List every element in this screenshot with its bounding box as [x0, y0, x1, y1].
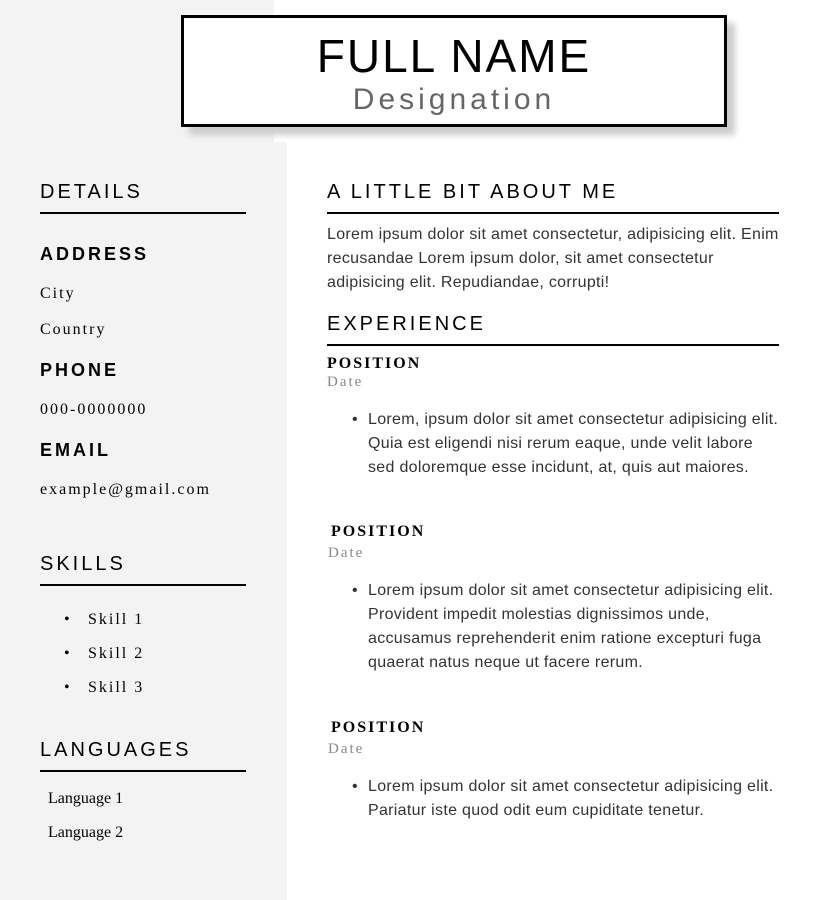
languages-heading: LANGUAGES: [40, 739, 246, 772]
position-date: Date: [327, 374, 364, 390]
skills-heading: SKILLS: [40, 553, 246, 586]
email-label: EMAIL: [40, 440, 111, 460]
experience-description: Lorem, ipsum dolor sit amet consectetur …: [352, 408, 783, 480]
name-header: FULL NAME Designation: [181, 15, 727, 127]
city: City: [40, 285, 76, 302]
experience-description: Lorem ipsum dolor sit amet consectetur a…: [352, 579, 783, 675]
address-label: ADDRESS: [40, 244, 150, 264]
about-text: Lorem ipsum dolor sit amet consectetur, …: [327, 226, 779, 291]
position-date: Date: [328, 741, 365, 757]
experience-heading: EXPERIENCE: [327, 313, 779, 346]
position-title: POSITION: [331, 719, 426, 736]
experience-description: Lorem ipsum dolor sit amet consectetur a…: [352, 775, 783, 823]
position-title: POSITION: [327, 355, 422, 372]
phone-label: PHONE: [40, 360, 120, 380]
designation: Designation: [352, 83, 556, 116]
language-item: Language 1: [48, 790, 124, 807]
skill-item: Skill 3: [64, 679, 144, 697]
skill-item: Skill 1: [64, 611, 144, 629]
email: example@gmail.com: [40, 481, 211, 498]
country: Country: [40, 321, 107, 338]
language-item: Language 2: [48, 824, 124, 841]
skill-item: Skill 2: [64, 645, 144, 663]
position-date: Date: [328, 545, 365, 561]
details-heading: DETAILS: [40, 181, 246, 214]
about-heading: A LITTLE BIT ABOUT ME: [327, 181, 779, 214]
phone: 000-0000000: [40, 401, 148, 418]
position-title: POSITION: [331, 523, 426, 540]
full-name: FULL NAME: [316, 30, 592, 82]
